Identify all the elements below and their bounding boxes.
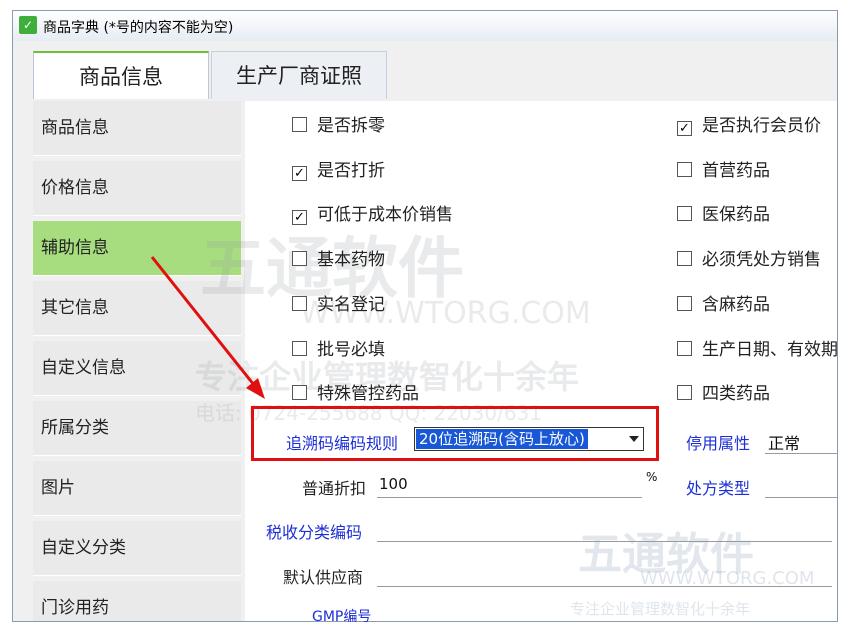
annotation-arrow [150, 256, 265, 399]
